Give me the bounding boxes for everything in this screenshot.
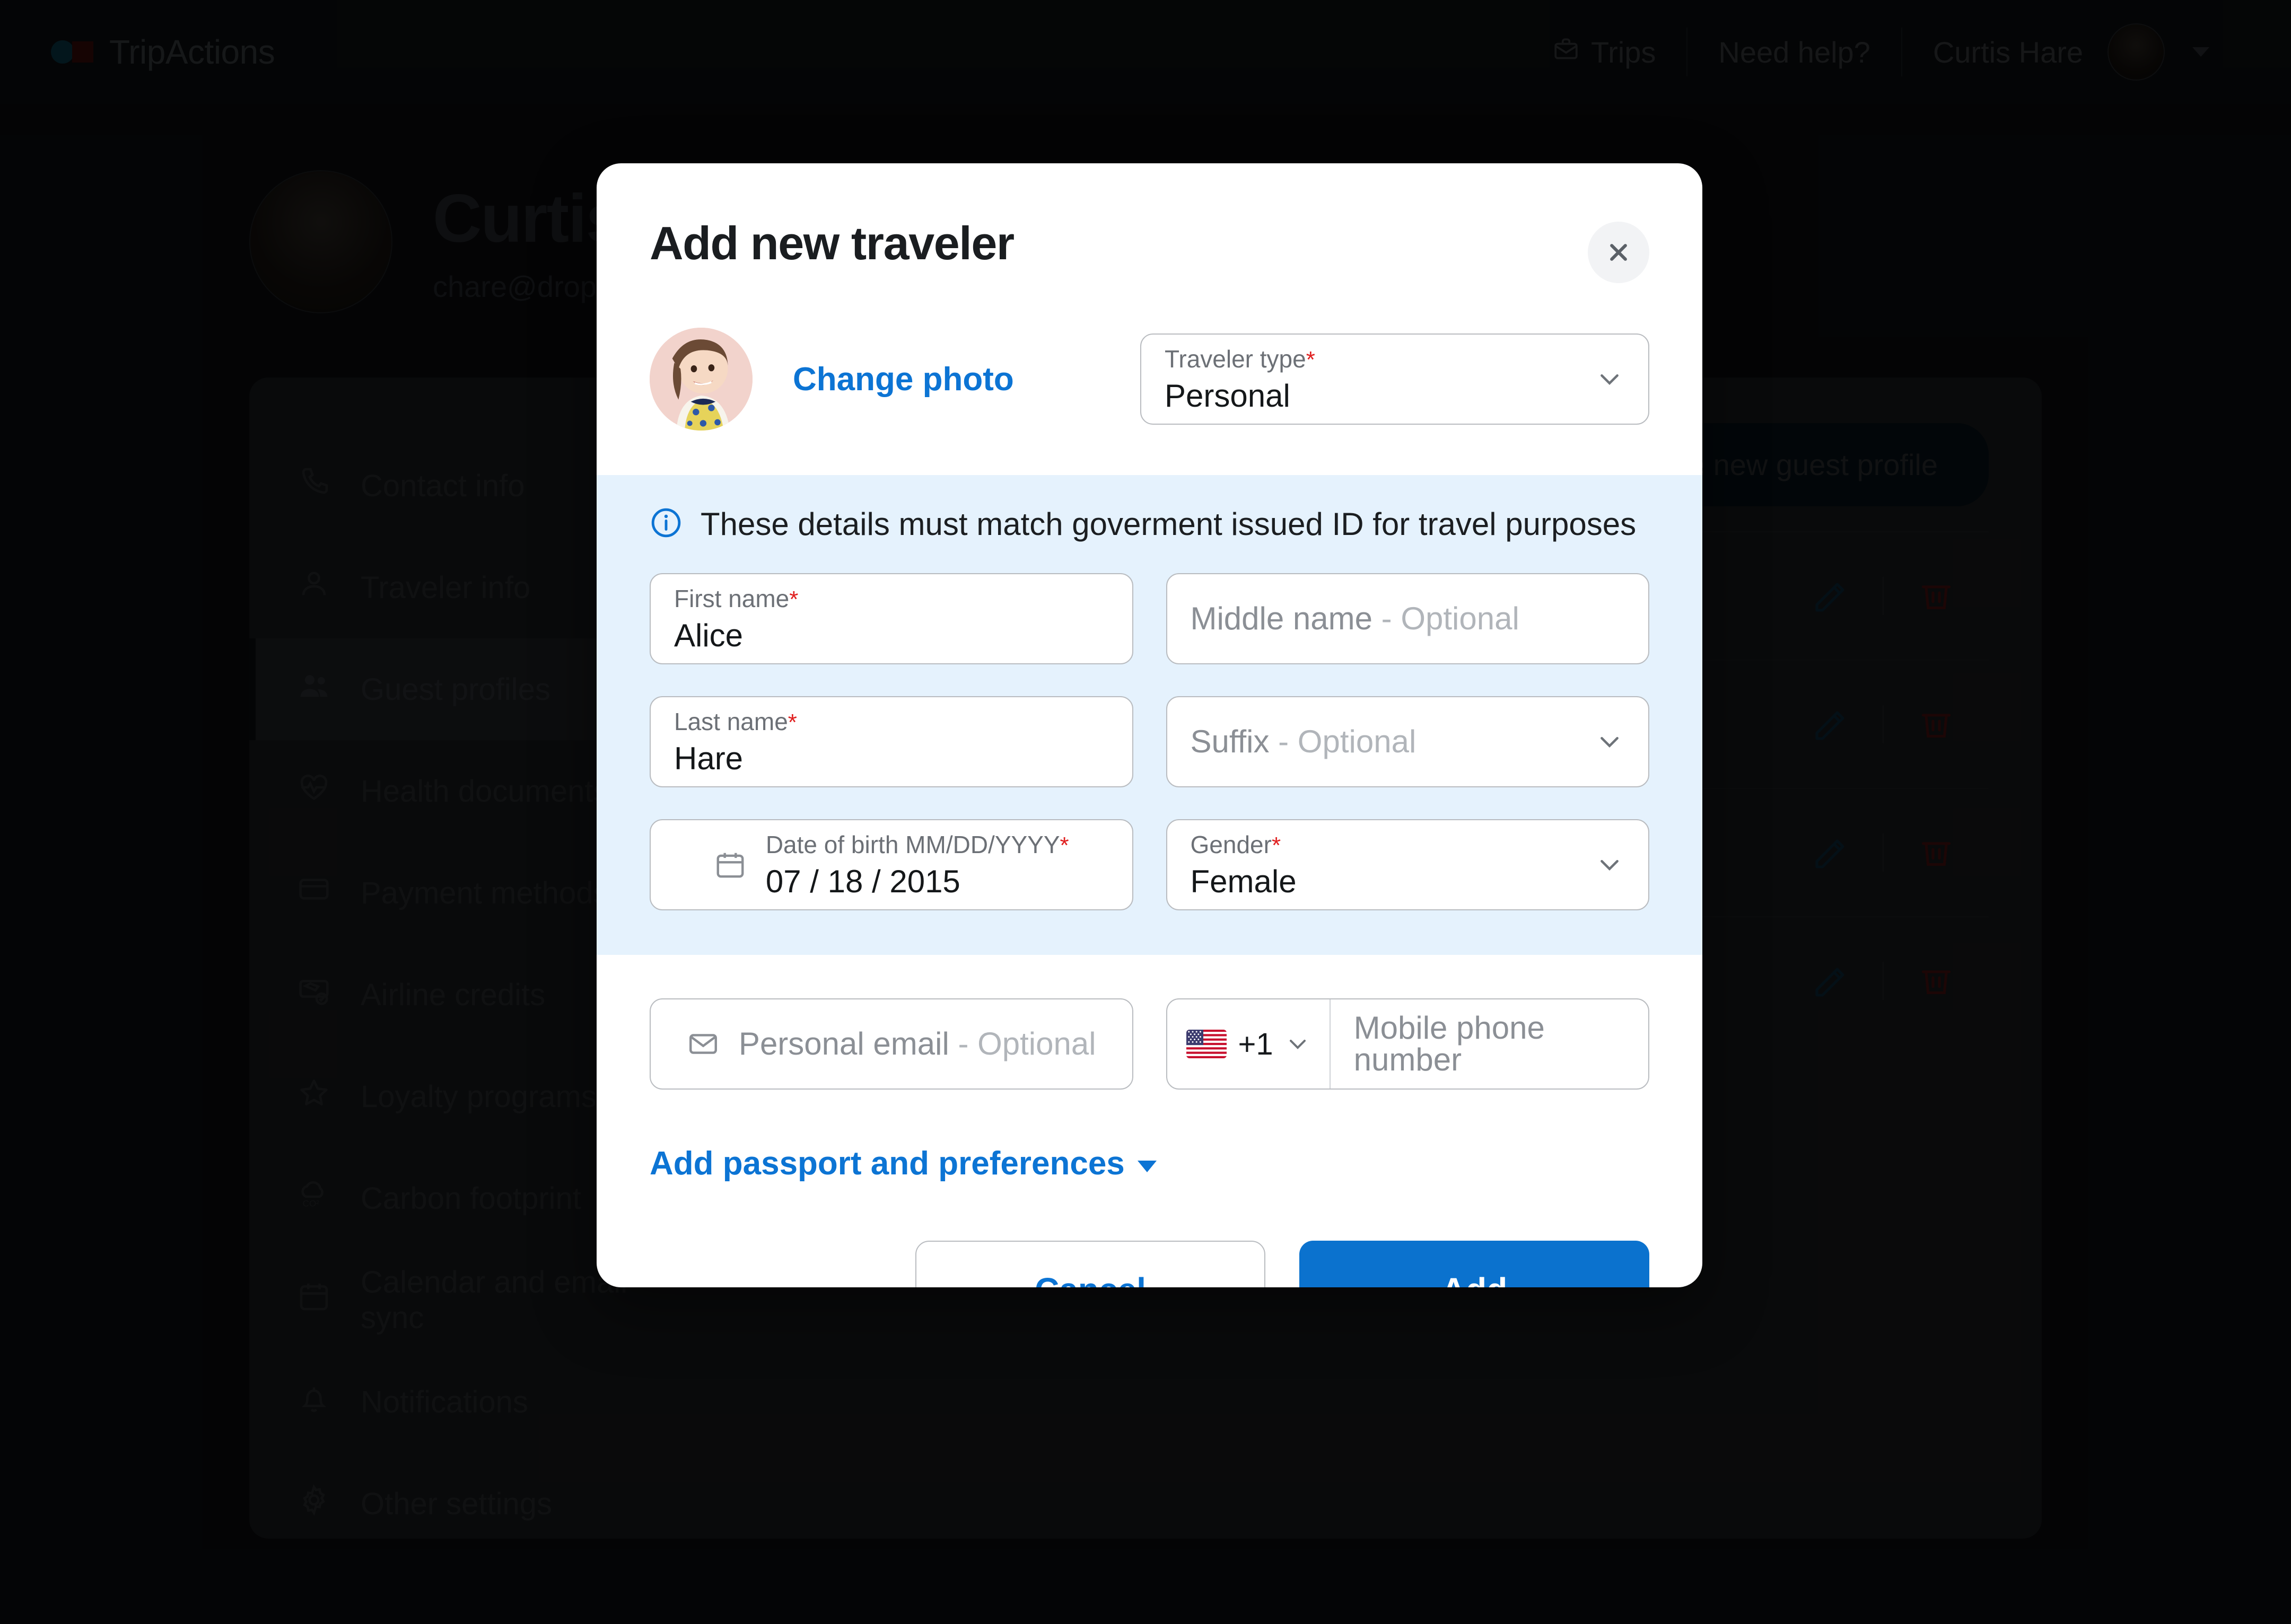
us-flag-icon [1186,1030,1227,1058]
info-banner-text: These details must match goverment issue… [701,506,1637,542]
traveler-type-label: Traveler type* [1165,345,1315,373]
suffix-select[interactable]: Suffix - Optional [1166,696,1649,787]
suffix-placeholder: Suffix - Optional [1190,724,1416,759]
country-code-value: +1 [1238,1026,1273,1061]
mobile-phone-field[interactable]: +1 Mobile phone number [1166,998,1649,1090]
country-code-select[interactable]: +1 [1167,999,1331,1088]
info-icon [650,506,683,542]
close-icon[interactable] [1588,222,1649,283]
traveler-photo [650,328,753,431]
first-name-value: Alice [674,617,744,653]
chevron-down-icon [1601,737,1619,748]
gender-label: Gender* [1190,830,1281,858]
chevron-down-icon [1601,860,1619,871]
dialog-title: Add new traveler [650,217,1015,269]
add-passport-and-preferences-toggle[interactable]: Add passport and preferences [650,1145,1649,1182]
chevron-down-icon [1601,374,1619,385]
date-of-birth-value: 07 / 18 / 2015 [765,863,960,899]
phone-number-placeholder: Mobile phone number [1353,1010,1545,1077]
last-name-label: Last name* [674,707,797,735]
personal-email-placeholder: Personal email - Optional [738,1026,1096,1061]
first-name-field[interactable]: First name* Alice [650,573,1133,664]
gender-value: Female [1190,863,1297,899]
chevron-down-icon [1289,1040,1306,1049]
gender-select[interactable]: Gender* Female [1166,819,1649,910]
add-button[interactable]: Add [1299,1241,1649,1287]
cancel-button[interactable]: Cancel [915,1241,1265,1287]
traveler-type-value: Personal [1165,378,1290,414]
id-match-info-banner: These details must match goverment issue… [597,475,1702,955]
first-name-label: First name* [674,584,799,612]
phone-number-input[interactable]: Mobile phone number [1331,999,1648,1088]
last-name-value: Hare [674,740,744,776]
date-of-birth-label: Date of birth MM/DD/YYYY* [765,830,1069,858]
envelope-icon [687,1028,720,1060]
add-passport-label: Add passport and preferences [650,1145,1125,1182]
date-of-birth-field[interactable]: Date of birth MM/DD/YYYY* 07 / 18 / 2015 [650,819,1133,910]
last-name-field[interactable]: Last name* Hare [650,696,1133,787]
personal-email-field[interactable]: Personal email - Optional [650,998,1133,1090]
calendar-icon [714,848,747,881]
middle-name-field[interactable]: Middle name - Optional [1166,573,1649,664]
add-new-traveler-dialog: Add new traveler Change photo Traveler t… [597,163,1702,1287]
traveler-type-select[interactable]: Traveler type* Personal [1140,333,1649,425]
chevron-down-icon [1137,1160,1157,1172]
middle-name-placeholder: Middle name - Optional [1190,601,1519,636]
change-photo-link[interactable]: Change photo [793,361,1014,398]
